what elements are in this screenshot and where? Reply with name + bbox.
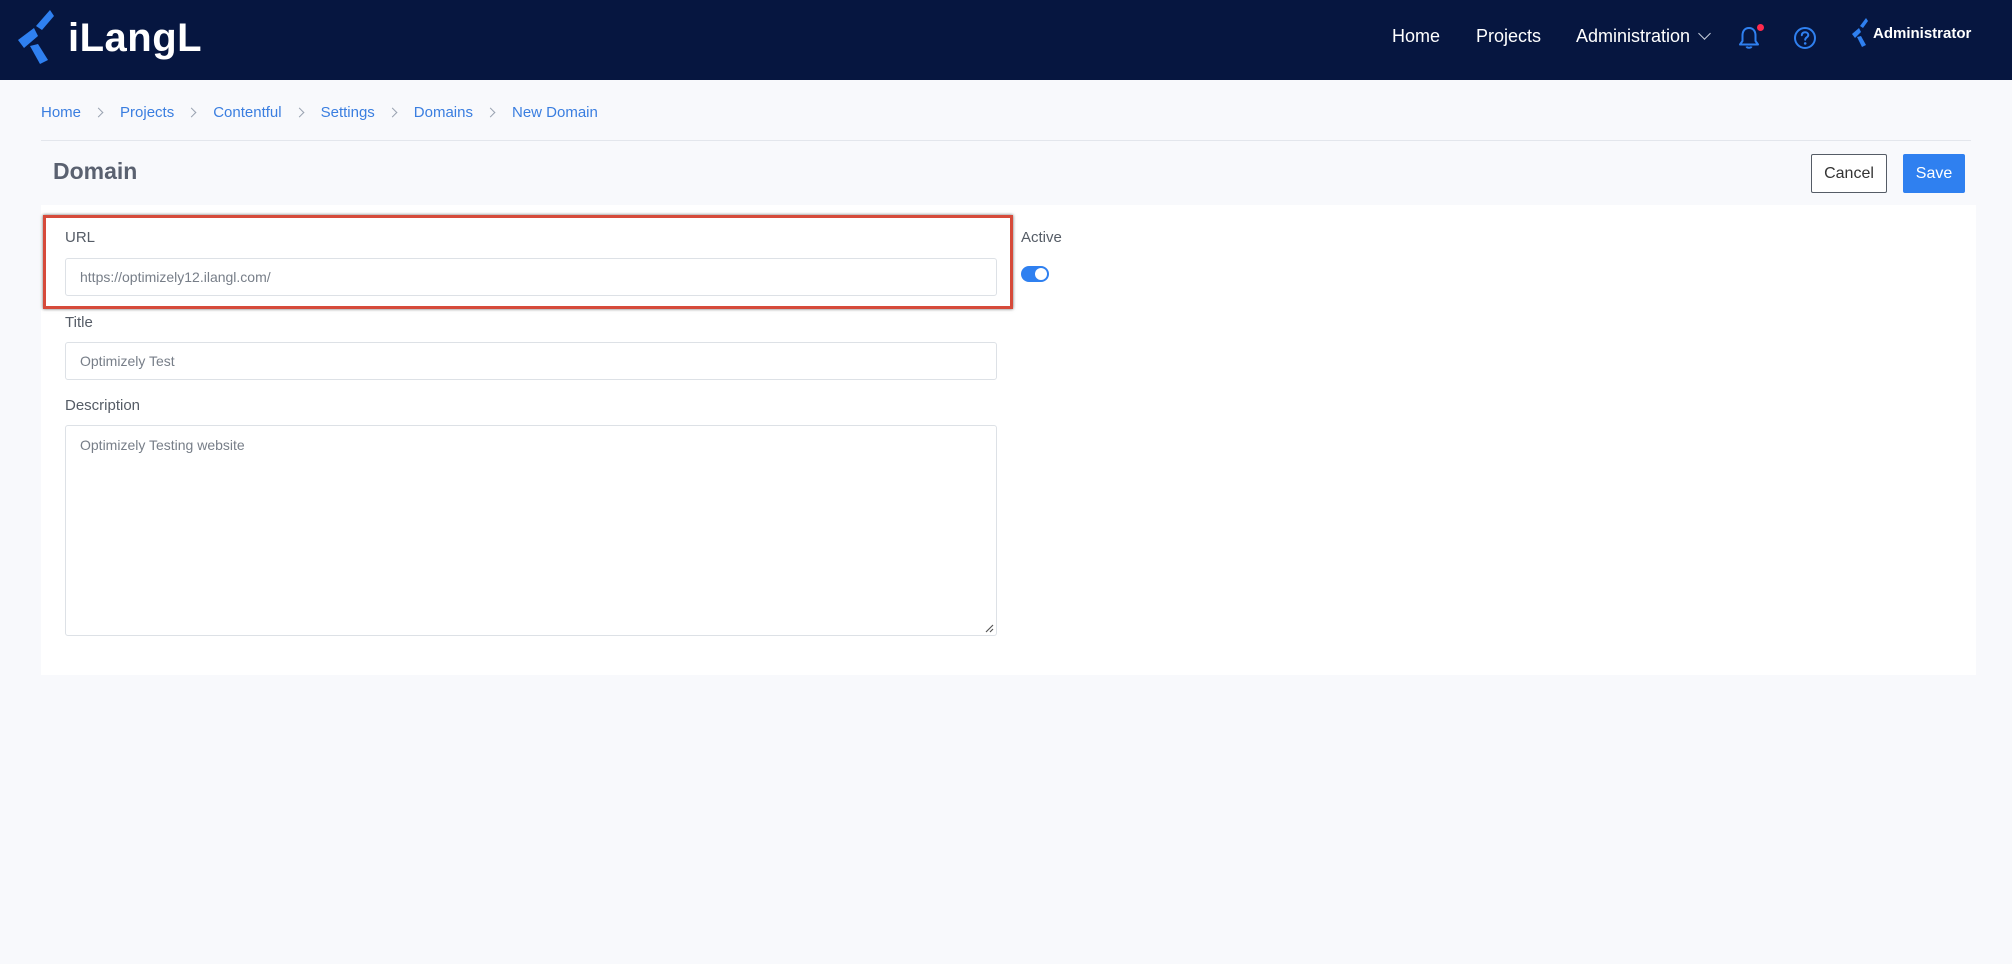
breadcrumb-new-domain[interactable]: New Domain [512, 104, 598, 121]
url-label: URL [65, 229, 96, 246]
breadcrumb-domains[interactable]: Domains [414, 104, 473, 121]
breadcrumb-home[interactable]: Home [41, 104, 81, 121]
nav-administration[interactable]: Administration [1576, 26, 1711, 47]
chevron-down-icon [1698, 27, 1711, 40]
chevron-right-icon [186, 107, 197, 118]
ilangl-logo-icon [18, 10, 54, 64]
chevron-right-icon [93, 107, 104, 118]
description-label: Description [65, 397, 141, 414]
help-button[interactable] [1793, 26, 1817, 50]
title-label: Title [65, 314, 93, 331]
page-title: Domain [53, 158, 138, 184]
active-label: Active [1021, 229, 1062, 246]
chevron-right-icon [387, 107, 398, 118]
domain-form-card: URL https://optimizely12.ilangl.com/ Tit… [41, 205, 1976, 675]
logo-text: iLangL [68, 15, 203, 60]
active-toggle[interactable] [1021, 266, 1049, 282]
question-circle-icon [1794, 27, 1816, 49]
resize-grip-icon[interactable] [985, 624, 994, 633]
toggle-knob [1035, 268, 1047, 280]
top-navbar: iLangL Home Projects Administration Admi… [0, 0, 2012, 80]
notification-button[interactable] [1738, 24, 1764, 50]
breadcrumb: Home Projects Contentful Settings Domain… [41, 104, 598, 121]
user-name[interactable]: Administrator [1873, 25, 1971, 42]
breadcrumb-projects[interactable]: Projects [120, 104, 174, 121]
app-logo[interactable]: iLangL [14, 6, 202, 70]
breadcrumb-divider [41, 140, 1971, 141]
nav-administration-label: Administration [1576, 26, 1691, 46]
chevron-right-icon [485, 107, 496, 118]
chevron-right-icon [294, 107, 305, 118]
description-placeholder: Optimizely Testing website [80, 437, 245, 453]
cancel-button[interactable]: Cancel [1811, 154, 1887, 193]
title-input[interactable]: Optimizely Test [65, 342, 997, 380]
url-input[interactable]: https://optimizely12.ilangl.com/ [65, 258, 997, 296]
save-button[interactable]: Save [1903, 154, 1965, 193]
nav-home[interactable]: Home [1392, 26, 1440, 47]
breadcrumb-settings[interactable]: Settings [321, 104, 375, 121]
notification-dot [1757, 24, 1764, 31]
bell-icon [1739, 27, 1759, 49]
description-textarea[interactable]: Optimizely Testing website [65, 425, 997, 636]
breadcrumb-contentful[interactable]: Contentful [213, 104, 281, 121]
nav-projects[interactable]: Projects [1476, 26, 1541, 47]
